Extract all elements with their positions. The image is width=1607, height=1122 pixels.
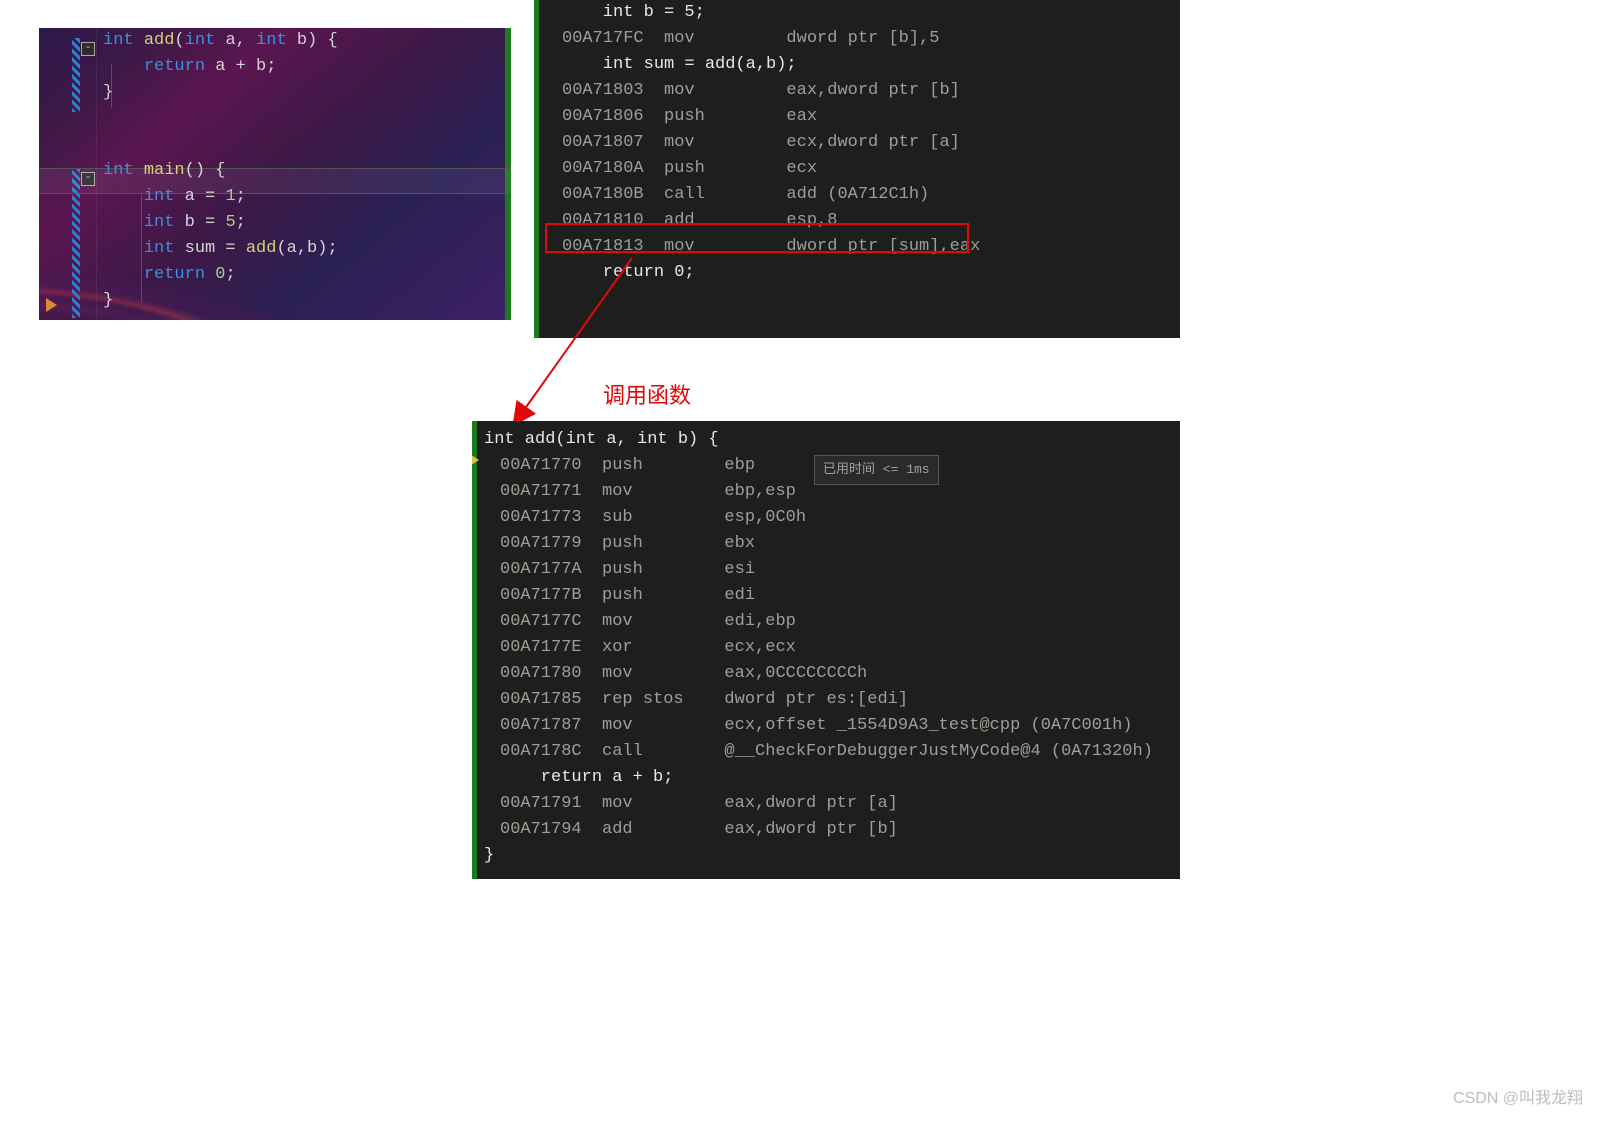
asm-line: int b = 5; [534, 0, 1180, 26]
code-line: int sum = add(a,b); [103, 236, 338, 262]
code-line: int b = 5; [103, 210, 246, 236]
asm-source-line: int add(int a, int b) { [472, 427, 1180, 453]
disassembly-main-panel[interactable]: int b = 5;00A717FC mov dword ptr [b],5 i… [534, 0, 1180, 338]
code-line: int add(int a, int b) { [103, 28, 338, 54]
asm-lines: 00A71791 mov eax,dword ptr [a]00A71794 a… [472, 791, 1180, 843]
asm-line: 00A7180A push ecx [534, 156, 1180, 182]
asm-line: 00A71773 sub esp,0C0h [472, 505, 1180, 531]
code-line: return 0; [103, 262, 236, 288]
asm-line: 00A7177C mov edi,ebp [472, 609, 1180, 635]
asm-source-line: return a + b; [472, 765, 1180, 791]
asm-lines: 00A71770 push ebp00A71771 mov ebp,esp00A… [472, 453, 1180, 765]
asm-line: return 0; [534, 260, 1180, 286]
asm-line: 00A7180B call add (0A712C1h) [534, 182, 1180, 208]
asm-line: 00A71803 mov eax,dword ptr [b] [534, 78, 1180, 104]
asm-line: 00A71787 mov ecx,offset _1554D9A3_test@c… [472, 713, 1180, 739]
scroll-marker [534, 0, 539, 338]
asm-line: 00A71794 add eax,dword ptr [b] [472, 817, 1180, 843]
asm-source-line: } [472, 843, 1180, 869]
asm-line: 00A717FC mov dword ptr [b],5 [534, 26, 1180, 52]
asm-line: 00A71785 rep stos dword ptr es:[edi] [472, 687, 1180, 713]
asm-line: 00A71791 mov eax,dword ptr [a] [472, 791, 1180, 817]
source-code-panel: - - int add(int a, int b) { return a + b… [39, 28, 511, 320]
asm-line: 00A7177E xor ecx,ecx [472, 635, 1180, 661]
annotation-label: 调用函数 [603, 378, 691, 410]
source-code[interactable]: int add(int a, int b) { return a + b; } … [39, 28, 511, 320]
code-line: } [103, 80, 113, 106]
perf-badge[interactable]: 已用时间 <= 1ms [814, 455, 939, 485]
asm-line: 00A7177B push edi [472, 583, 1180, 609]
annotation-highlight-box [545, 223, 969, 253]
instruction-pointer-icon [472, 453, 479, 467]
asm-line: 00A7177A push esi [472, 557, 1180, 583]
asm-line: 00A71779 push ebx [472, 531, 1180, 557]
disassembly-add-panel[interactable]: int add(int a, int b) { 00A71770 push eb… [472, 421, 1180, 879]
code-line: int main() { [103, 158, 225, 184]
asm-line: 00A71807 mov ecx,dword ptr [a] [534, 130, 1180, 156]
watermark: CSDN @叫我龙翔 [1453, 1084, 1583, 1108]
asm-line: 00A7178C call @__CheckForDebuggerJustMyC… [472, 739, 1180, 765]
code-line: } [103, 288, 113, 314]
asm-line: int sum = add(a,b); [534, 52, 1180, 78]
asm-line: 00A71780 mov eax,0CCCCCCCCh [472, 661, 1180, 687]
asm-line: 00A71806 push eax [534, 104, 1180, 130]
scroll-marker [472, 421, 477, 879]
code-line: int a = 1; [103, 184, 246, 210]
code-line: return a + b; [103, 54, 276, 80]
